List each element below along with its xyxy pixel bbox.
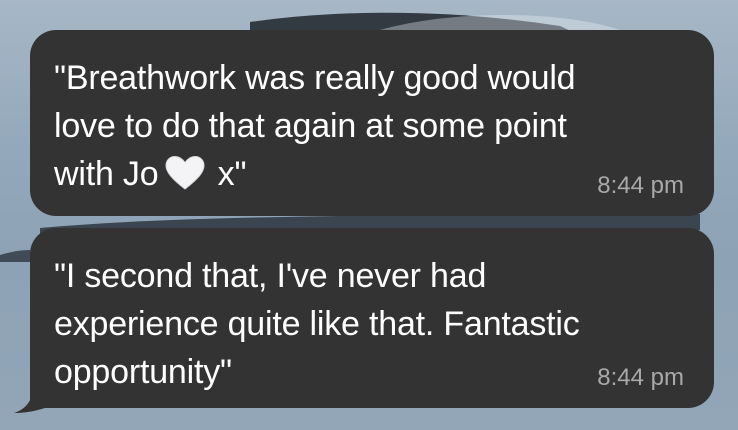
message-text: "I second that, I've never had experienc… bbox=[54, 257, 580, 391]
message-text: "Breathwork was really good would love t… bbox=[54, 54, 688, 198]
message-text-part: x" bbox=[208, 155, 247, 193]
message-text-part: "Breathwork was really good would love t… bbox=[54, 59, 576, 193]
message-timestamp: 8:44 pm bbox=[597, 364, 684, 391]
message-bubble[interactable]: "Breathwork was really good would love t… bbox=[30, 30, 714, 216]
bubble-tail bbox=[14, 387, 48, 413]
message-timestamp: 8:44 pm bbox=[597, 172, 684, 199]
white-heart-icon bbox=[165, 156, 205, 190]
message-bubble[interactable]: "I second that, I've never had experienc… bbox=[30, 228, 714, 408]
